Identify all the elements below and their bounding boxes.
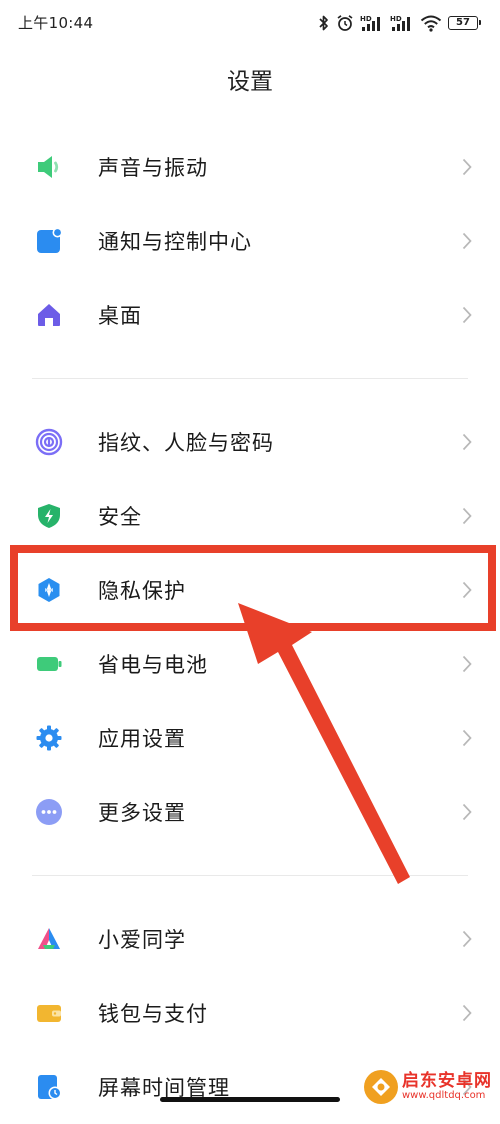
chevron-right-icon (460, 1003, 474, 1023)
chevron-right-icon (460, 802, 474, 822)
settings-item-wallet-payment[interactable]: 钱包与支付 (0, 976, 500, 1050)
hd-signal-icon: HD (360, 14, 384, 32)
chevron-right-icon (460, 929, 474, 949)
settings-item-label: 应用设置 (98, 727, 186, 751)
settings-item-xiaoai[interactable]: 小爱同学 (0, 902, 500, 976)
wifi-icon (420, 14, 442, 32)
settings-item-label: 声音与振动 (98, 156, 208, 180)
settings-item-label: 安全 (98, 505, 142, 529)
chevron-right-icon (460, 728, 474, 748)
svg-text:HD: HD (390, 15, 402, 23)
more-settings-icon (34, 797, 64, 827)
settings-item-label: 小爱同学 (98, 928, 186, 952)
settings-item-label: 通知与控制中心 (98, 230, 252, 254)
settings-item-label: 桌面 (98, 304, 142, 328)
settings-item-home-screen[interactable]: 桌面 (0, 278, 500, 352)
chevron-right-icon (460, 231, 474, 251)
settings-item-privacy[interactable]: 隐私保护 (0, 553, 500, 627)
settings-item-sound-vibration[interactable]: 声音与振动 (0, 130, 500, 204)
speaker-icon (34, 152, 64, 182)
privacy-icon (34, 575, 64, 605)
settings-item-fingerprint-face-password[interactable]: 指纹、人脸与密码 (0, 405, 500, 479)
settings-item-more-settings[interactable]: 更多设置 (0, 775, 500, 849)
notification-icon (34, 226, 64, 256)
settings-item-security[interactable]: 安全 (0, 479, 500, 553)
settings-item-label: 隐私保护 (98, 579, 186, 603)
page-title: 设置 (227, 69, 273, 95)
chevron-right-icon (460, 506, 474, 526)
status-icons: HD HD 57 (318, 10, 481, 36)
svg-text:HD: HD (360, 15, 372, 23)
watermark-name: 启东安卓网 (402, 1070, 492, 1091)
app-settings-gear-icon (34, 723, 64, 753)
home-icon (34, 300, 64, 330)
bluetooth-icon (318, 14, 330, 32)
xiaoai-icon (34, 924, 64, 954)
chevron-right-icon (460, 157, 474, 177)
settings-item-notification-control-center[interactable]: 通知与控制中心 (0, 204, 500, 278)
chevron-right-icon (460, 432, 474, 452)
watermark-text: 启东安卓网 www.qdltdq.com (402, 1070, 492, 1101)
status-bar: 上午10:44 HD HD 57 (0, 0, 500, 46)
settings-item-label: 指纹、人脸与密码 (98, 431, 274, 455)
fingerprint-icon (34, 427, 64, 457)
alarm-icon (336, 14, 354, 32)
settings-list: 声音与振动 通知与控制中心 桌面 指纹、人脸与密码 安全 隐私保护 省电与电池 … (0, 130, 500, 1124)
settings-item-label: 省电与电池 (98, 653, 208, 677)
home-indicator[interactable] (160, 1097, 340, 1102)
settings-item-battery[interactable]: 省电与电池 (0, 627, 500, 701)
watermark-logo-icon (364, 1070, 398, 1104)
screen-time-icon (34, 1072, 64, 1102)
chevron-right-icon (460, 654, 474, 674)
battery-icon: 57 (448, 16, 481, 30)
shield-icon (34, 501, 64, 531)
settings-item-app-settings[interactable]: 应用设置 (0, 701, 500, 775)
group-divider (32, 875, 468, 876)
group-divider (32, 378, 468, 379)
chevron-right-icon (460, 580, 474, 600)
watermark-url: www.qdltdq.com (402, 1089, 486, 1101)
settings-item-label: 钱包与支付 (98, 1002, 208, 1026)
settings-item-label: 更多设置 (98, 801, 186, 825)
chevron-right-icon (460, 305, 474, 325)
status-time: 上午10:44 (18, 14, 94, 32)
battery-saver-icon (34, 649, 64, 679)
wallet-icon (34, 998, 64, 1028)
hd-signal-icon: HD (390, 14, 414, 32)
watermark: 启东安卓网 www.qdltdq.com (364, 1070, 492, 1104)
